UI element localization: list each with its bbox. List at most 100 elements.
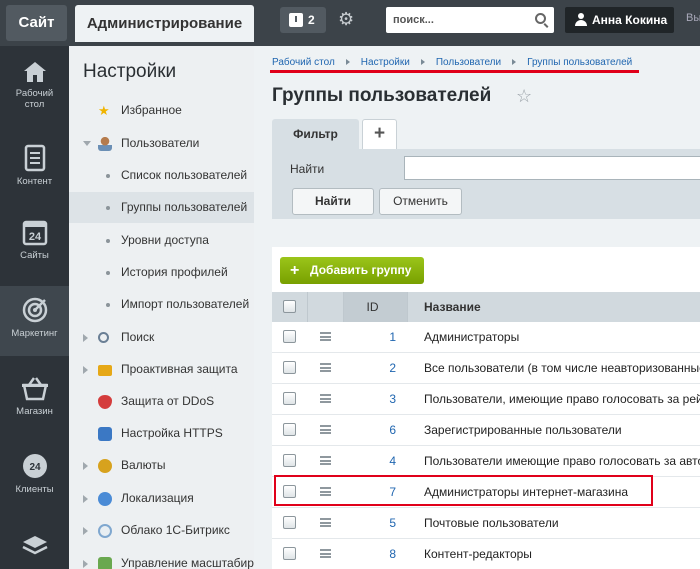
row-id[interactable]: 6 xyxy=(344,415,396,446)
menu-icon[interactable] xyxy=(320,363,331,372)
sidebar-item-label: История профилей xyxy=(121,265,228,279)
row-id[interactable]: 3 xyxy=(344,384,396,415)
chevron-down-icon[interactable] xyxy=(83,141,91,146)
table-row[interactable]: 4 Пользователи имеющие право голосовать … xyxy=(272,446,700,477)
notification-icon xyxy=(289,13,303,27)
table-row[interactable]: 6 Зарегистрированные пользователи xyxy=(272,415,700,446)
column-header-name[interactable]: Название xyxy=(409,292,700,322)
menu-icon[interactable] xyxy=(320,456,331,465)
row-checkbox[interactable] xyxy=(283,547,296,560)
row-name: Контент-редакторы xyxy=(424,547,532,561)
add-filter-tab[interactable]: + xyxy=(362,119,397,149)
chevron-right-icon[interactable] xyxy=(83,560,88,568)
chevron-right-icon[interactable] xyxy=(83,495,88,503)
search-input[interactable] xyxy=(386,7,526,33)
gear-icon[interactable]: ⚙ xyxy=(338,9,354,29)
find-button[interactable]: Найти xyxy=(292,188,374,215)
row-checkbox[interactable] xyxy=(283,454,296,467)
column-header-id[interactable]: ID xyxy=(344,292,408,322)
menu-icon[interactable] xyxy=(320,332,331,341)
user-icon xyxy=(575,13,587,27)
clients-icon: 24 xyxy=(22,454,47,478)
breadcrumb: Рабочий стол Настройки Пользователи Группы … xyxy=(272,57,632,71)
menu-icon[interactable] xyxy=(320,518,331,527)
site-button[interactable]: Сайт xyxy=(6,5,67,41)
sidebar-item-scaling[interactable]: Управление масштабир xyxy=(69,548,254,569)
settings-sidebar: Настройки ★ Избранное Пользователи Списо… xyxy=(69,46,254,569)
rail-item-services[interactable] xyxy=(0,534,69,562)
sidebar-item-localization[interactable]: Локализация xyxy=(69,483,254,514)
sidebar-item-currency[interactable]: Валюты xyxy=(69,450,254,481)
menu-icon[interactable] xyxy=(320,394,331,403)
row-checkbox[interactable] xyxy=(283,516,296,529)
more-label[interactable]: Вы xyxy=(686,12,700,24)
table-row[interactable]: 5 Почтовые пользователи xyxy=(272,508,700,539)
notifications-button[interactable]: 2 xyxy=(280,7,326,33)
add-group-button[interactable]: + Добавить группу xyxy=(280,257,424,284)
select-all-checkbox[interactable] xyxy=(283,300,296,313)
breadcrumb-item[interactable]: Настройки xyxy=(361,57,410,68)
sidebar-item-user-import[interactable]: Импорт пользователей xyxy=(69,289,254,320)
rail-item-clients[interactable]: 24 Клиенты xyxy=(0,452,69,495)
sidebar-item-label: Группы пользователей xyxy=(121,200,248,214)
sidebar-item-favorites[interactable]: ★ Избранное xyxy=(69,95,254,126)
tab-filter[interactable]: Фильтр xyxy=(272,119,359,149)
row-name: Администраторы xyxy=(424,330,520,344)
rail-item-desktop[interactable]: Рабочий стол xyxy=(0,60,69,110)
row-id[interactable]: 1 xyxy=(344,322,396,353)
find-input[interactable] xyxy=(404,156,700,180)
sidebar-item-profile-history[interactable]: История профилей xyxy=(69,257,254,288)
table-row[interactable]: 2 Все пользователи (в том числе неавтори… xyxy=(272,353,700,384)
chevron-right-icon[interactable] xyxy=(83,366,88,374)
calendar-icon: 24 xyxy=(22,220,47,246)
row-id[interactable]: 2 xyxy=(344,353,396,384)
chevron-right-icon[interactable] xyxy=(83,334,88,342)
table-row[interactable]: 3 Пользователи, имеющие право голосовать… xyxy=(272,384,700,415)
sidebar-item-cloud[interactable]: Облако 1С-Битрикс xyxy=(69,515,254,546)
sidebar-item-proactive[interactable]: Проактивная защита xyxy=(69,354,254,385)
user-button[interactable]: Анна Кокина xyxy=(565,7,674,33)
table-row[interactable]: 1 Администраторы xyxy=(272,322,700,353)
rail-item-label: Магазин xyxy=(16,406,53,417)
find-label: Найти xyxy=(290,162,325,176)
admin-button[interactable]: Администрирование xyxy=(75,5,254,42)
row-id[interactable]: 5 xyxy=(344,508,396,539)
sidebar-item-users[interactable]: Пользователи xyxy=(69,128,254,159)
row-id[interactable]: 4 xyxy=(344,446,396,477)
chevron-right-icon[interactable] xyxy=(83,527,88,535)
menu-icon[interactable] xyxy=(320,549,331,558)
page-title: Группы пользователей xyxy=(272,85,492,106)
notifications-count: 2 xyxy=(308,13,315,27)
rail-item-marketing[interactable]: Маркетинг xyxy=(0,286,69,356)
sidebar-item-label: Локализация xyxy=(121,491,194,505)
chevron-right-icon[interactable] xyxy=(83,462,88,470)
sidebar-item-user-list[interactable]: Список пользователей xyxy=(69,160,254,191)
rail-item-shop[interactable]: Магазин xyxy=(0,376,69,417)
table-row[interactable]: 8 Контент-редакторы xyxy=(272,539,700,569)
row-id[interactable]: 8 xyxy=(344,539,396,569)
coin-icon xyxy=(98,459,112,473)
row-checkbox[interactable] xyxy=(283,361,296,374)
sidebar-item-ddos[interactable]: Защита от DDoS xyxy=(69,386,254,417)
row-checkbox[interactable] xyxy=(283,330,296,343)
menu-icon[interactable] xyxy=(320,425,331,434)
sidebar-item-user-groups[interactable]: Группы пользователей xyxy=(69,192,254,223)
cancel-button[interactable]: Отменить xyxy=(379,188,462,215)
rail-item-sites[interactable]: 24 Сайты xyxy=(0,218,69,261)
row-checkbox[interactable] xyxy=(283,423,296,436)
rail-item-content[interactable]: Контент xyxy=(0,144,69,187)
user-name: Анна Кокина xyxy=(592,13,668,27)
star-icon[interactable]: ☆ xyxy=(516,86,532,107)
sidebar-title: Настройки xyxy=(83,61,177,82)
sidebar-item-label: Уровни доступа xyxy=(121,233,209,247)
lock-icon xyxy=(98,365,112,376)
grid-header: ID Название xyxy=(272,292,700,322)
sidebar-item-https[interactable]: Настройка HTTPS xyxy=(69,418,254,449)
breadcrumb-item[interactable]: Пользователи xyxy=(436,57,501,68)
breadcrumb-item[interactable]: Группы пользователей xyxy=(527,57,632,68)
sidebar-item-search[interactable]: Поиск xyxy=(69,322,254,353)
search-icon[interactable] xyxy=(535,13,546,24)
row-checkbox[interactable] xyxy=(283,392,296,405)
breadcrumb-item[interactable]: Рабочий стол xyxy=(272,57,335,68)
sidebar-item-access-levels[interactable]: Уровни доступа xyxy=(69,225,254,256)
